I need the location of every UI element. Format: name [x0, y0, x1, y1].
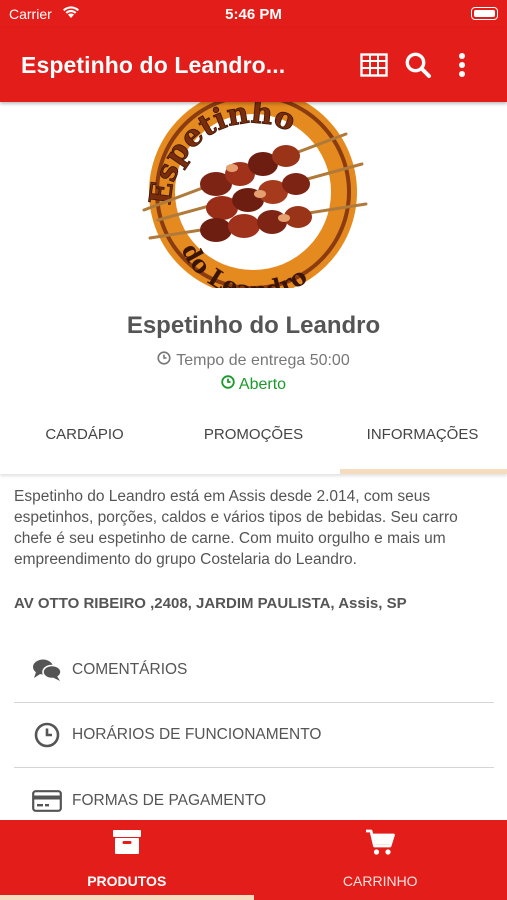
- clock-icon: [221, 375, 235, 394]
- store-name: Espetinho do Leandro: [126, 312, 381, 339]
- tab-bar: CARDÁPIO PROMOÇÕES INFORMAÇÕES: [0, 410, 507, 474]
- tab-cardapio[interactable]: CARDÁPIO: [0, 410, 169, 474]
- list-item-label: HORÁRIOS DE FUNCIONAMENTO: [72, 726, 322, 743]
- tab-promocoes[interactable]: PROMOÇÕES: [169, 410, 338, 474]
- nav-carrinho[interactable]: CARRINHO: [254, 820, 507, 900]
- clock-icon: [32, 722, 62, 748]
- search-icon[interactable]: [403, 50, 433, 80]
- archive-box-icon: [112, 828, 142, 861]
- nav-produtos[interactable]: PRODUTOS: [0, 820, 254, 900]
- app-actions: [359, 50, 477, 80]
- info-list: COMENTÁRIOS HORÁRIOS DE FUNCIONAMENTO FO…: [14, 638, 494, 833]
- open-status-label: Aberto: [238, 375, 287, 393]
- nav-carrinho-label: CARRINHO: [342, 873, 418, 889]
- battery-icon: [471, 7, 498, 20]
- list-item-label: COMENTÁRIOS: [72, 661, 188, 678]
- store-logo: Espetinho do Le ro: [136, 92, 371, 288]
- open-status: Aberto: [0, 375, 507, 394]
- app-title: Espetinho do Leandro...: [21, 52, 286, 78]
- table-grid-icon[interactable]: [359, 50, 389, 80]
- credit-card-icon: [32, 789, 62, 812]
- delivery-time: Tempo de entrega 50:00: [0, 351, 507, 370]
- nav-produtos-label: PRODUTOS: [87, 873, 167, 889]
- more-vertical-icon[interactable]: [447, 50, 477, 80]
- list-item-comentarios[interactable]: COMENTÁRIOS: [14, 638, 494, 703]
- clock-time: 5:46 PM: [225, 6, 282, 23]
- list-item-label: FORMAS DE PAGAMENTO: [72, 791, 267, 809]
- cart-icon: [365, 828, 396, 861]
- delivery-time-label: Tempo de entrega 50:00: [176, 351, 350, 369]
- store-description: Espetinho do Leandro está em Assis desde…: [14, 488, 458, 568]
- list-item-horarios[interactable]: HORÁRIOS DE FUNCIONAMENTO: [14, 703, 494, 768]
- status-bar: Carrier 5:46 PM: [0, 0, 507, 28]
- store-address: AV OTTO RIBEIRO ,2408, JARDIM PAULISTA, …: [14, 595, 407, 612]
- app-bar: Espetinho do Leandro...: [0, 28, 507, 102]
- tab-informacoes[interactable]: INFORMAÇÕES: [338, 410, 507, 474]
- bottom-navigation: PRODUTOS CARRINHO: [0, 820, 507, 900]
- clock-icon: [157, 351, 171, 370]
- comments-icon: [32, 658, 62, 682]
- screen: Carrier 5:46 PM Espetinho do Leandro...: [0, 0, 507, 900]
